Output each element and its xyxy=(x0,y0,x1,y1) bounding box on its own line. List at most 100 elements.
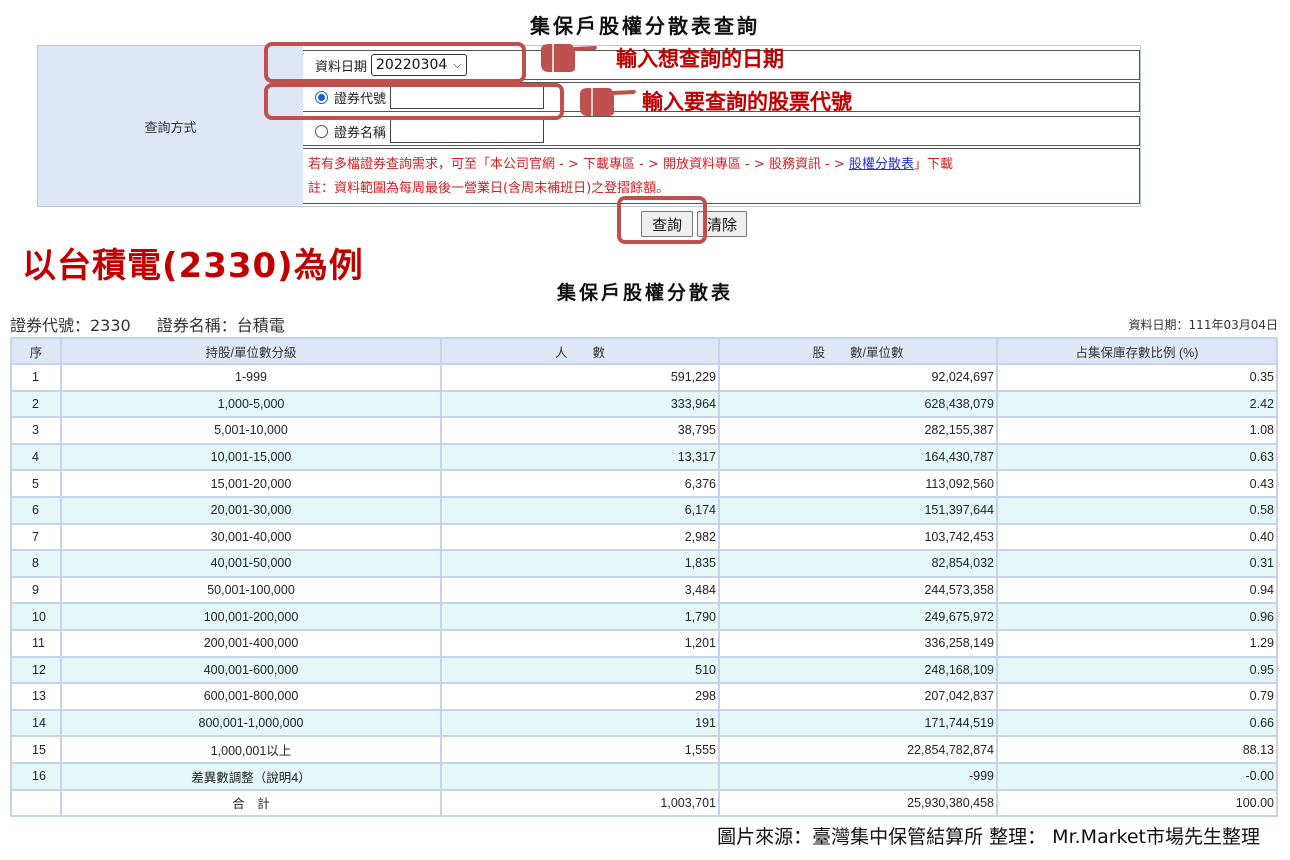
cell-seq: 9 xyxy=(10,575,62,605)
cell-people: 510 xyxy=(440,655,720,685)
table-row: 7 30,001-40,000 2,982 103,742,453 0.40 xyxy=(10,522,1278,552)
cell-shares: 151,397,644 xyxy=(718,495,998,525)
cell-seq: 1 xyxy=(10,363,62,392)
cell-level: 40,001-50,000 xyxy=(60,549,442,578)
cell-shares: 248,168,109 xyxy=(718,655,998,685)
stock-name-input[interactable] xyxy=(390,119,545,143)
cell-level: 10,001-15,000 xyxy=(60,442,442,472)
cell-people: 1,003,701 xyxy=(440,788,720,818)
table-row: 14 800,001-1,000,000 191 171,744,519 0.66 xyxy=(10,708,1278,738)
distribution-download-link[interactable]: 股權分散表 xyxy=(849,157,914,172)
cell-shares: 113,092,560 xyxy=(718,469,998,498)
cell-percent: 0.58 xyxy=(996,495,1278,525)
name-row: 證券名稱 xyxy=(303,116,1140,146)
cell-people: 191 xyxy=(440,708,720,738)
table-row: 6 20,001-30,000 6,174 151,397,644 0.58 xyxy=(10,495,1278,525)
cell-seq: 13 xyxy=(10,682,62,711)
cell-level: 30,001-40,000 xyxy=(60,522,442,552)
cell-people: 1,835 xyxy=(440,549,720,578)
cell-people: 333,964 xyxy=(440,389,720,419)
cell-seq: 11 xyxy=(10,628,62,658)
table-row: 12 400,001-600,000 510 248,168,109 0.95 xyxy=(10,655,1278,685)
cell-shares: 249,675,972 xyxy=(718,602,998,631)
cell-shares: 336,258,149 xyxy=(718,628,998,658)
cell-level: 50,001-100,000 xyxy=(60,575,442,605)
cell-people: 6,376 xyxy=(440,469,720,498)
table-row: 16 差異數調整（說明4） -999 -0.00 xyxy=(10,761,1278,791)
image-source-credit: 圖片來源：臺灣集中保管結算所 整理： Mr.Market市場先生整理 xyxy=(717,826,1260,848)
cell-seq xyxy=(10,788,62,818)
cell-level: 200,001-400,000 xyxy=(60,628,442,658)
code-hint-text: 輸入要查詢的股票代號 xyxy=(642,90,852,114)
cell-percent: 1.29 xyxy=(996,628,1278,658)
col-header-percent: 占集保庫存數比例 (%) xyxy=(996,337,1278,365)
table-row: 2 1,000-5,000 333,964 628,438,079 2.42 xyxy=(10,389,1278,419)
distribution-table: 序 持股/單位數分級 人 數 股 數/單位數 占集保庫存數比例 (%) 1 1-9… xyxy=(10,337,1278,818)
cell-shares: 82,854,032 xyxy=(718,549,998,578)
cell-people: 1,555 xyxy=(440,735,720,764)
query-page-title: 集保戶股權分散表查詢 xyxy=(530,14,760,38)
note-line-2: 註：資料範圍為每周最後一營業日(含周末補班日)之登摺餘額。 xyxy=(308,181,670,196)
stock-code-text: 證券代號：2330 xyxy=(10,316,131,335)
table-row: 合 計 1,003,701 25,930,380,458 100.00 xyxy=(10,788,1278,818)
name-label: 證券名稱 xyxy=(334,125,387,141)
note-line-1: 若有多檔證券查詢需求，可至「本公司官網 - > 下載專區 - > 開放資料專區 … xyxy=(308,157,953,172)
cell-seq: 5 xyxy=(10,469,62,498)
cell-level: 差異數調整（說明4） xyxy=(60,761,442,791)
cell-people: 298 xyxy=(440,682,720,711)
cell-seq: 8 xyxy=(10,549,62,578)
cell-seq: 10 xyxy=(10,602,62,631)
cell-seq: 7 xyxy=(10,522,62,552)
cell-seq: 4 xyxy=(10,442,62,472)
cell-level: 合 計 xyxy=(60,788,442,818)
cell-level: 5,001-10,000 xyxy=(60,416,442,445)
cell-percent: 0.35 xyxy=(996,363,1278,392)
stock-name-text: 證券名稱：台積電 xyxy=(156,316,285,335)
col-header-shares: 股 數/單位數 xyxy=(718,337,998,365)
cell-percent: 1.08 xyxy=(996,416,1278,445)
cell-seq: 15 xyxy=(10,735,62,764)
name-radio[interactable] xyxy=(315,124,328,138)
code-highlight-box xyxy=(264,83,564,120)
col-header-people: 人 數 xyxy=(440,337,720,365)
cell-shares: -999 xyxy=(718,761,998,791)
col-header-seq: 序 xyxy=(10,337,62,365)
cell-percent: 0.79 xyxy=(996,682,1278,711)
date-hint-text: 輸入想查詢的日期 xyxy=(616,47,784,71)
cell-people: 38,795 xyxy=(440,416,720,445)
cell-percent: 0.94 xyxy=(996,575,1278,605)
cell-shares: 282,155,387 xyxy=(718,416,998,445)
cell-percent: 88.13 xyxy=(996,735,1278,764)
cell-people: 1,790 xyxy=(440,602,720,631)
table-row: 11 200,001-400,000 1,201 336,258,149 1.29 xyxy=(10,628,1278,658)
result-title: 集保戶股權分散表 xyxy=(556,282,733,304)
stock-info: 證券代號：2330 證券名稱：台積電 xyxy=(10,312,285,336)
cell-shares: 92,024,697 xyxy=(718,363,998,392)
cell-percent: 0.96 xyxy=(996,602,1278,631)
query-note: 若有多檔證券查詢需求，可至「本公司官網 - > 下載專區 - > 開放資料專區 … xyxy=(303,148,1140,204)
cell-shares: 171,744,519 xyxy=(718,708,998,738)
cell-people xyxy=(440,761,720,791)
cell-people: 591,229 xyxy=(440,363,720,392)
cell-people: 3,484 xyxy=(440,575,720,605)
cell-shares: 22,854,782,874 xyxy=(718,735,998,764)
table-row: 8 40,001-50,000 1,835 82,854,032 0.31 xyxy=(10,549,1278,578)
col-header-level: 持股/單位數分級 xyxy=(60,337,442,365)
cell-shares: 164,430,787 xyxy=(718,442,998,472)
cell-level: 800,001-1,000,000 xyxy=(60,708,442,738)
cell-percent: 0.63 xyxy=(996,442,1278,472)
button-highlight-box xyxy=(617,196,707,244)
cell-percent: 100.00 xyxy=(996,788,1278,818)
cell-seq: 14 xyxy=(10,708,62,738)
cell-percent: 0.95 xyxy=(996,655,1278,685)
cell-shares: 103,742,453 xyxy=(718,522,998,552)
table-row: 10 100,001-200,000 1,790 249,675,972 0.96 xyxy=(10,602,1278,631)
pointing-hand-icon xyxy=(580,88,636,116)
table-row: 3 5,001-10,000 38,795 282,155,387 1.08 xyxy=(10,416,1278,445)
cell-people: 1,201 xyxy=(440,628,720,658)
cell-people: 13,317 xyxy=(440,442,720,472)
cell-level: 1,000-5,000 xyxy=(60,389,442,419)
cell-level: 1-999 xyxy=(60,363,442,392)
cell-percent: 0.40 xyxy=(996,522,1278,552)
table-row: 9 50,001-100,000 3,484 244,573,358 0.94 xyxy=(10,575,1278,605)
